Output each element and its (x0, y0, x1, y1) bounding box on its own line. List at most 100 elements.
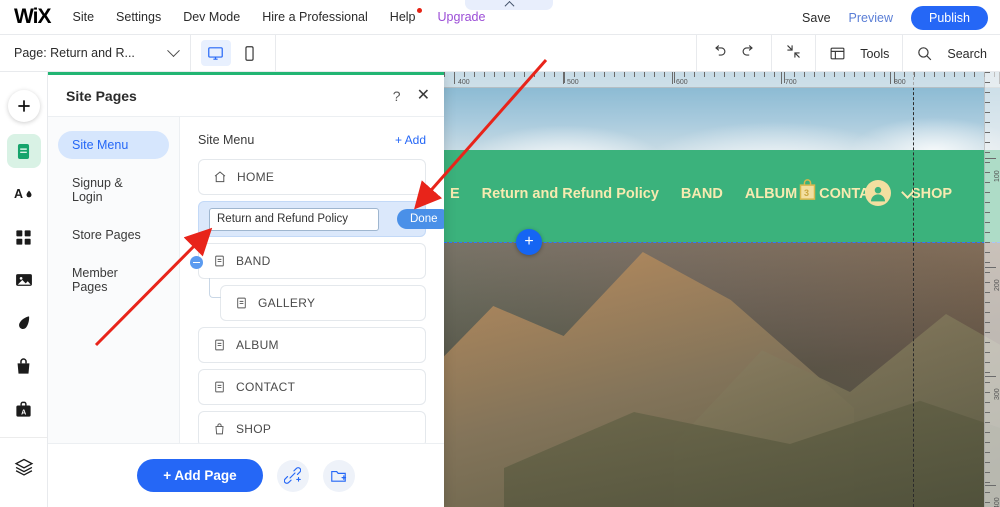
sidebar-item-layers[interactable] (7, 450, 41, 484)
tools-label: Tools (860, 46, 890, 61)
ruler-tick (985, 392, 990, 393)
ruler-tick (985, 132, 990, 133)
add-element-button[interactable] (7, 90, 40, 122)
sidebar-item-my-uploads[interactable] (7, 263, 41, 297)
page-icon (237, 297, 246, 309)
page-row-editing[interactable]: Done (198, 201, 444, 237)
ruler-label: 300 (994, 388, 1000, 400)
ruler-tick (924, 72, 925, 77)
add-strip-button[interactable]: + (516, 229, 542, 255)
ruler-tick (644, 72, 645, 77)
tab-store-pages[interactable]: Store Pages (58, 221, 169, 249)
wix-logo[interactable]: WiX (14, 5, 51, 29)
page-row-home[interactable]: HOME (198, 159, 426, 195)
tab-site-menu[interactable]: Site Menu (58, 131, 169, 159)
ruler-tick (985, 322, 990, 323)
site-canvas[interactable]: E Return and Refund Policy BAND ALBUM CO… (444, 72, 1000, 507)
collapse-toggle-band[interactable] (190, 256, 203, 269)
search-group[interactable]: Search (902, 35, 1000, 72)
ruler-tick (764, 72, 765, 77)
mobile-view-button[interactable] (235, 40, 265, 66)
horizontal-ruler[interactable]: 400500600700800900 (444, 72, 1000, 88)
done-button[interactable]: Done (397, 209, 444, 229)
close-icon[interactable]: ✕ (417, 87, 430, 104)
zoom-out-button[interactable] (785, 43, 802, 65)
cart-bag-icon[interactable]: 3 (797, 178, 818, 206)
page-row-album[interactable]: ALBUM (198, 327, 426, 363)
ruler-tick (624, 72, 625, 77)
ruler-tick (985, 182, 990, 183)
ruler-label: 500 (567, 79, 579, 86)
menu-item-upgrade-label: Upgrade (437, 10, 486, 24)
page-selector[interactable]: Page: Return and R... (14, 43, 180, 60)
cart-count-badge: 3 (804, 188, 810, 198)
panel-title: Site Pages (66, 87, 137, 104)
ruler-tick (985, 362, 990, 363)
preview-button[interactable]: Preview (849, 11, 893, 25)
selection-guide-vertical (913, 72, 914, 507)
publish-button[interactable]: Publish (911, 5, 988, 30)
toolbar-right-group: Tools Search (696, 35, 1000, 72)
notification-dot-icon (416, 8, 422, 13)
page-row-gallery[interactable]: GALLERY (209, 278, 426, 321)
panel-body: Site Menu Signup & Login Store Pages Mem… (48, 117, 444, 443)
sidebar-item-blog[interactable] (7, 306, 41, 340)
page-row-contact[interactable]: CONTACT (198, 369, 426, 405)
tab-member-pages[interactable]: Member Pages (58, 259, 169, 301)
sidebar-item-business[interactable]: A (7, 392, 41, 426)
sidebar-item-store[interactable] (7, 349, 41, 383)
add-link-button[interactable] (276, 459, 309, 492)
sidebar-item-site-pages[interactable] (6, 134, 41, 168)
menu-item-hire-a-professional[interactable]: Hire a Professional (262, 10, 368, 24)
ruler-tick (774, 72, 775, 77)
ruler-tick (684, 72, 685, 77)
desktop-view-button[interactable] (200, 40, 231, 66)
page-row-shop[interactable]: SHOP (198, 411, 426, 443)
nav-item-return-and-refund-policy[interactable]: Return and Refund Policy (482, 186, 659, 202)
page-icon (215, 255, 224, 267)
undo-button[interactable] (710, 43, 727, 65)
menu-item-dev-mode-label: Dev Mode (183, 10, 241, 24)
sidebar-item-app-market[interactable] (7, 220, 41, 254)
tab-signup-login[interactable]: Signup & Login (58, 169, 169, 211)
page-icon (215, 381, 224, 393)
menu-item-help[interactable]: Help (390, 8, 422, 24)
toolbar-divider-2 (274, 34, 276, 72)
ruler-tick (985, 82, 990, 83)
nav-item-album[interactable]: ALBUM (745, 186, 797, 202)
page-row-album-label: ALBUM (236, 338, 279, 352)
tools-group[interactable]: Tools (815, 35, 902, 72)
save-button[interactable]: Save (802, 11, 831, 25)
menu-item-site[interactable]: Site (72, 10, 94, 24)
add-page-button[interactable]: + Add Page (137, 459, 263, 492)
vertical-ruler[interactable]: 100200300400500 (984, 72, 1000, 507)
nav-item-shop[interactable]: SHOP (911, 186, 952, 202)
link-add-icon (284, 467, 302, 484)
ruler-tick (514, 72, 515, 77)
avatar-icon[interactable] (865, 180, 891, 206)
redo-button[interactable] (741, 43, 758, 65)
panel-footer: + Add Page (48, 443, 444, 507)
ruler-tick (985, 152, 990, 153)
panel-list-header: Site Menu + Add (180, 117, 444, 155)
ruler-tick (884, 72, 885, 77)
panel-header: Site Pages ? ✕ (48, 75, 444, 117)
ruler-tick (944, 72, 945, 77)
add-menu-item-link[interactable]: + Add (395, 133, 426, 147)
nav-item-band[interactable]: BAND (681, 186, 723, 202)
nav-item-home[interactable]: E (450, 186, 460, 202)
page-name-input[interactable] (209, 207, 379, 231)
ruler-tick (985, 122, 990, 123)
menu-item-dev-mode[interactable]: Dev Mode (183, 10, 240, 24)
ruler-tick (985, 112, 990, 113)
sidebar-item-site-design[interactable]: A (7, 177, 41, 211)
collapse-topbar-tab[interactable] (465, 0, 553, 11)
add-folder-button[interactable] (322, 459, 355, 492)
ruler-tick (484, 72, 485, 77)
question-mark-icon[interactable]: ? (393, 88, 401, 104)
menu-item-settings[interactable]: Settings (116, 10, 161, 24)
ruler-tick (985, 162, 990, 163)
menu-item-upgrade[interactable]: Upgrade (438, 10, 486, 24)
ruler-tick (604, 72, 605, 77)
page-row-band[interactable]: BAND (190, 243, 426, 279)
